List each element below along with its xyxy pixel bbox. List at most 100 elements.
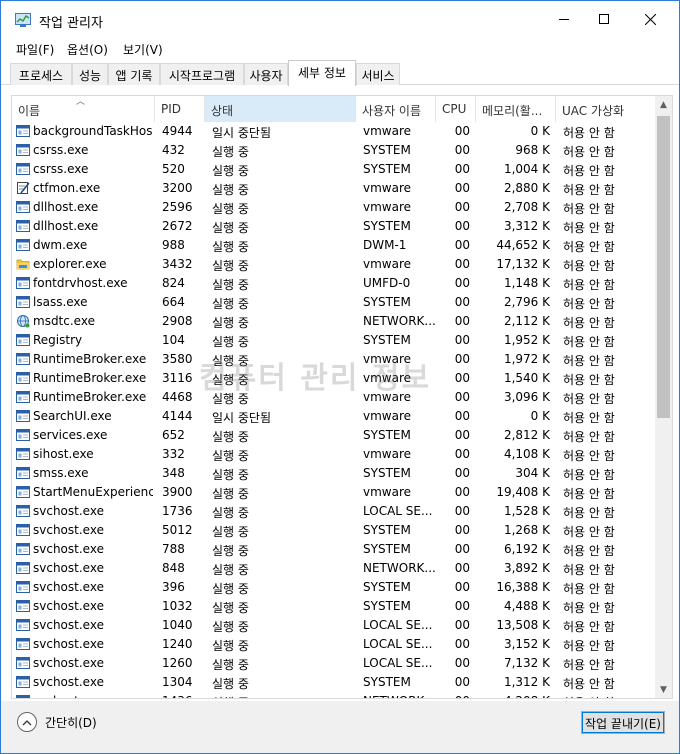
cell-status: 실행 중 [212, 620, 249, 634]
table-row[interactable]: dllhost.exe 2596 실행 중 vmware 00 2,708 K 허용 안 함 [12, 198, 657, 217]
table-row[interactable]: msdtc.exe 2908 실행 중 NETWORK... 00 2,112 K 허용 안… [12, 312, 657, 331]
cell-cpu: 00 [454, 599, 470, 613]
cell-name: svchost.exe [33, 561, 104, 575]
scrollbar-thumb[interactable] [657, 116, 670, 418]
tab-performance[interactable]: 성능 [72, 63, 108, 85]
cell-memory: 968 K [515, 143, 550, 157]
cell-uac: 허용 안 함 [563, 563, 615, 577]
table-row[interactable]: backgroundTaskHos... 4944 일시 중단됨 vmware 00 0 … [12, 122, 657, 141]
cell-uac: 허용 안 함 [563, 430, 615, 444]
table-row[interactable]: dwm.exe 988 실행 중 DWM-1 00 44,652 K 허용 안 함 [12, 236, 657, 255]
close-button[interactable] [627, 1, 673, 37]
column-header-uac[interactable]: UAC 가상화 [556, 96, 657, 122]
table-row[interactable]: svchost.exe 1260 실행 중 LOCAL SE... 00 7,132 K 허… [12, 654, 657, 673]
app-window-icon [16, 143, 30, 157]
title-bar[interactable]: 작업 관리자 [1, 1, 679, 37]
column-header-user[interactable]: 사용자 이름 [356, 96, 436, 122]
table-row[interactable]: svchost.exe 1304 실행 중 SYSTEM 00 1,312 K 허용 안 함 [12, 673, 657, 692]
column-header-status[interactable]: 상태 [205, 96, 356, 122]
table-row[interactable]: svchost.exe 5012 실행 중 SYSTEM 00 1,268 K 허용 안 함 [12, 521, 657, 540]
tab-app-history[interactable]: 앱 기록 [108, 63, 160, 85]
maximize-button[interactable] [581, 1, 627, 37]
tab-users[interactable]: 사용자 [244, 63, 288, 85]
table-row[interactable]: RuntimeBroker.exe 3116 실행 중 vmware 00 1,540 K… [12, 369, 657, 388]
table-row[interactable]: SearchUI.exe 4144 일시 중단됨 vmware 00 0 K 허용 안 함 [12, 407, 657, 426]
end-task-button[interactable]: 작업 끝내기(E) [581, 711, 665, 734]
menu-view[interactable]: 보기(V) [123, 41, 163, 58]
table-row[interactable]: csrss.exe 520 실행 중 SYSTEM 00 1,004 K 허용 안 함 [12, 160, 657, 179]
column-header-cpu[interactable]: CPU [436, 96, 476, 122]
tab-processes[interactable]: 프로세스 [10, 63, 72, 85]
table-row[interactable]: svchost.exe 1040 실행 중 LOCAL SE... 00 13,508 K… [12, 616, 657, 635]
table-row[interactable]: svchost.exe 396 실행 중 SYSTEM 00 16,388 K 허용 안 함 [12, 578, 657, 597]
cell-memory: 0 K [530, 409, 550, 423]
scroll-down-arrow-icon[interactable]: ▼ [655, 681, 672, 698]
cell-cpu: 00 [454, 466, 470, 480]
cell-pid: 1304 [162, 675, 193, 689]
app-window-icon [16, 561, 30, 575]
table-row[interactable]: svchost.exe 788 실행 중 SYSTEM 00 6,192 K 허용 안 함 [12, 540, 657, 559]
table-row[interactable]: RuntimeBroker.exe 4468 실행 중 vmware 00 3,096 K… [12, 388, 657, 407]
cell-cpu: 00 [454, 238, 470, 252]
cell-memory: 44,652 K [496, 238, 550, 252]
cell-memory: 4,488 K [503, 599, 550, 613]
cell-cpu: 00 [454, 656, 470, 670]
app-window-icon [16, 656, 30, 670]
table-row[interactable]: smss.exe 348 실행 중 SYSTEM 00 304 K 허용 안 함 [12, 464, 657, 483]
app-window-icon [16, 352, 30, 366]
cell-name: sihost.exe [33, 447, 94, 461]
cell-status: 실행 중 [212, 658, 249, 672]
tab-services[interactable]: 서비스 [356, 63, 400, 85]
cell-memory: 6,192 K [503, 542, 550, 556]
table-row[interactable]: svchost.exe 1736 실행 중 LOCAL SE... 00 1,528 K 허… [12, 502, 657, 521]
cell-status: 실행 중 [212, 677, 249, 691]
cell-user: vmware [363, 447, 412, 461]
table-row[interactable]: csrss.exe 432 실행 중 SYSTEM 00 968 K 허용 안 함 [12, 141, 657, 160]
cell-uac: 허용 안 함 [563, 544, 615, 558]
app-window-icon [16, 276, 30, 290]
scroll-up-arrow-icon[interactable]: ▲ [655, 96, 672, 113]
table-row[interactable]: StartMenuExperienc... 3900 실행 중 vmware 00 19,… [12, 483, 657, 502]
table-row[interactable]: sihost.exe 332 실행 중 vmware 00 4,108 K 허용 안 함 [12, 445, 657, 464]
column-header-pid[interactable]: PID [155, 96, 205, 122]
menu-options[interactable]: 옵션(O) [67, 41, 108, 58]
cell-user: LOCAL SE... [363, 504, 433, 518]
cell-pid: 1040 [162, 618, 193, 632]
cell-name: dwm.exe [33, 238, 88, 252]
table-row[interactable]: lsass.exe 664 실행 중 SYSTEM 00 2,796 K 허용 안 함 [12, 293, 657, 312]
tab-details[interactable]: 세부 정보 [288, 60, 356, 86]
table-row[interactable]: Registry 104 실행 중 SYSTEM 00 1,952 K 허용 안 함 [12, 331, 657, 350]
cell-memory: 2,708 K [503, 200, 550, 214]
table-row[interactable]: ctfmon.exe 3200 실행 중 vmware 00 2,880 K 허용 안 함 [12, 179, 657, 198]
app-window-icon [16, 675, 30, 689]
column-header-memory[interactable]: 메모리(활... [476, 96, 556, 122]
table-row[interactable]: RuntimeBroker.exe 3580 실행 중 vmware 00 1,972 K… [12, 350, 657, 369]
table-row[interactable]: dllhost.exe 2672 실행 중 SYSTEM 00 3,312 K 허용 안 함 [12, 217, 657, 236]
cell-pid: 3116 [162, 371, 193, 385]
chevron-up-circle-icon [17, 712, 37, 732]
cell-cpu: 00 [454, 314, 470, 328]
app-window-icon [16, 618, 30, 632]
cell-memory: 2,880 K [503, 181, 550, 195]
cell-cpu: 00 [454, 162, 470, 176]
menu-file[interactable]: 파일(F) [16, 41, 54, 58]
process-details-list[interactable]: ︿ 이름 PID 상태 사용자 이름 CPU 메모리(활... UAC 가상화 … [11, 95, 673, 699]
table-row[interactable]: explorer.exe 3432 실행 중 vmware 00 17,132 K 허용 안… [12, 255, 657, 274]
table-row[interactable]: svchost.exe 848 실행 중 NETWORK... 00 3,892 K 허용 … [12, 559, 657, 578]
cell-pid: 3900 [162, 485, 193, 499]
table-row[interactable]: svchost.exe 1240 실행 중 LOCAL SE... 00 3,152 K 허… [12, 635, 657, 654]
table-row[interactable]: services.exe 652 실행 중 SYSTEM 00 2,812 K 허용 안 함 [12, 426, 657, 445]
cell-pid: 396 [162, 580, 185, 594]
cell-pid: 348 [162, 466, 185, 480]
cell-cpu: 00 [454, 352, 470, 366]
cell-cpu: 00 [454, 637, 470, 651]
table-row[interactable]: svchost.exe 1436 실행 중 NETWORK... 00 4,208 K 허용… [12, 692, 657, 698]
cell-pid: 4144 [162, 409, 193, 423]
column-header-name[interactable]: ︿ 이름 [12, 96, 155, 122]
tab-startup[interactable]: 시작프로그램 [160, 63, 244, 85]
table-row[interactable]: svchost.exe 1032 실행 중 SYSTEM 00 4,488 K 허용 안 함 [12, 597, 657, 616]
fewer-details-toggle[interactable]: 간단히(D) [17, 712, 97, 732]
vertical-scrollbar[interactable]: ▲ ▼ [655, 96, 672, 698]
table-row[interactable]: fontdrvhost.exe 824 실행 중 UMFD-0 00 1,148 K 허용 … [12, 274, 657, 293]
cell-memory: 13,508 K [496, 618, 550, 632]
